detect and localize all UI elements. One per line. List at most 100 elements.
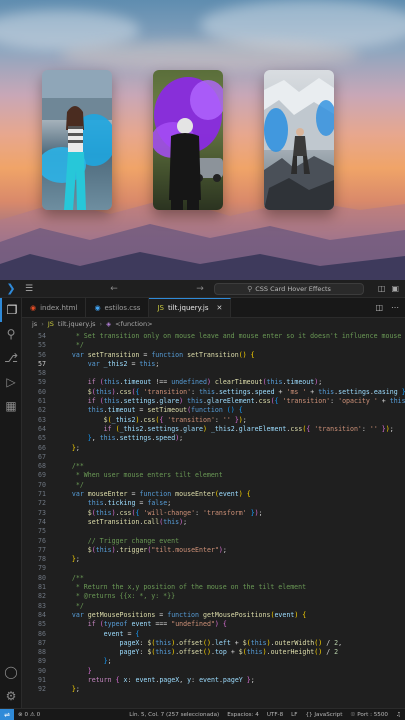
- code-line[interactable]: 82 * @returns {{x: *, y: *}}: [22, 592, 405, 601]
- command-center-search[interactable]: ⚲ CSS Card Hover Effects: [214, 282, 364, 295]
- code-line[interactable]: 87 pageX: $(this).offset().left + $(this…: [22, 639, 405, 648]
- code-text: };: [71, 443, 80, 452]
- code-line[interactable]: 70 */: [22, 481, 405, 490]
- code-text: if (this.timeout !== undefined) clearTim…: [87, 378, 323, 387]
- code-line[interactable]: 78 };: [22, 555, 405, 564]
- tab-tilt-jquery-js[interactable]: JS tilt.jquery.js ✕: [149, 298, 232, 317]
- menu-icon[interactable]: ☰: [22, 284, 36, 294]
- code-line[interactable]: 67: [22, 453, 405, 462]
- end-of-line[interactable]: LF: [287, 712, 301, 718]
- remote-indicator-icon[interactable]: ⇌: [0, 708, 14, 720]
- code-line[interactable]: 71 var mouseEnter = function mouseEnter(…: [22, 490, 405, 499]
- code-line[interactable]: 79: [22, 564, 405, 573]
- line-number: 63: [38, 415, 46, 424]
- toggle-panel-icon[interactable]: ▣: [391, 284, 399, 293]
- code-line[interactable]: 68 /**: [22, 462, 405, 471]
- function-cube-icon: ◈: [106, 320, 112, 328]
- code-line[interactable]: 61 if (this.settings.glare) this.glareEl…: [22, 397, 405, 406]
- line-number: 87: [38, 638, 46, 647]
- code-line[interactable]: 83 */: [22, 602, 405, 611]
- code-line[interactable]: 85 if (typeof event === "undefined") {: [22, 620, 405, 629]
- source-control-icon[interactable]: ⎇: [0, 346, 22, 370]
- code-line[interactable]: 80 /**: [22, 574, 405, 583]
- run-debug-icon[interactable]: ▷: [0, 370, 22, 394]
- code-line[interactable]: 74 setTransition.call(this);: [22, 518, 405, 527]
- more-actions-icon[interactable]: ⋯: [391, 303, 399, 312]
- code-line[interactable]: 73 $(this).css({ 'will-change': 'transfo…: [22, 509, 405, 518]
- code-line[interactable]: 75: [22, 527, 405, 536]
- preview-card-1[interactable]: [42, 70, 112, 210]
- tab-estilos-css[interactable]: ◉ estilos.css: [86, 298, 150, 317]
- code-line[interactable]: 60 $(this).css({ 'transition': this.sett…: [22, 388, 405, 397]
- settings-gear-icon[interactable]: ⚙: [0, 684, 22, 708]
- code-line[interactable]: 62 this.timeout = setTimeout(function ()…: [22, 406, 405, 415]
- code-text: pageX: $(this).offset().left + $(this).o…: [119, 638, 343, 647]
- code-text: this.ticking = false;: [87, 499, 172, 508]
- code-line[interactable]: 86 event = {: [22, 630, 405, 639]
- language-mode[interactable]: {} JavaScript: [301, 712, 346, 718]
- notifications-bell-icon[interactable]: ♫: [392, 712, 405, 718]
- cursor-position[interactable]: Lín. 5, Col. 7 (257 seleccionada): [125, 712, 223, 718]
- close-icon[interactable]: ✕: [217, 304, 223, 312]
- code-line[interactable]: 88 pageY: $(this).offset().top + $(this)…: [22, 648, 405, 657]
- indentation[interactable]: Espacios: 4: [223, 712, 263, 718]
- line-number: 78: [38, 555, 46, 564]
- code-text: };: [71, 685, 80, 694]
- code-line[interactable]: 69 * When user mouse enters tilt element: [22, 471, 405, 480]
- error-count: 0: [24, 711, 29, 718]
- code-line[interactable]: 56 var setTransition = function setTrans…: [22, 351, 405, 360]
- code-line[interactable]: 89 };: [22, 657, 405, 666]
- code-text: return { x: event.pageX, y: event.pageY …: [87, 675, 255, 684]
- code-line[interactable]: 57 var _this2 = this;: [22, 360, 405, 369]
- preview-card-2[interactable]: [153, 70, 223, 210]
- chevron-right-icon: ›: [41, 320, 44, 328]
- breadcrumb-file[interactable]: tilt.jquery.js: [58, 320, 96, 328]
- code-line[interactable]: 63 $(_this2).css({ 'transition': '' });: [22, 416, 405, 425]
- line-number: 61: [38, 397, 46, 406]
- code-line[interactable]: 77 $(this).trigger("tilt.mouseEnter");: [22, 546, 405, 555]
- code-line[interactable]: 81 * Return the x,y position of the mous…: [22, 583, 405, 592]
- code-line[interactable]: 55 */: [22, 341, 405, 350]
- code-line[interactable]: 59 if (this.timeout !== undefined) clear…: [22, 378, 405, 387]
- code-line[interactable]: 90 }: [22, 667, 405, 676]
- toggle-sidebar-icon[interactable]: ◫: [378, 284, 386, 293]
- code-text: */: [56, 601, 84, 610]
- code-line[interactable]: 92 };: [22, 685, 405, 694]
- code-line[interactable]: 91 return { x: event.pageX, y: event.pag…: [22, 676, 405, 685]
- code-line[interactable]: 84 var getMousePositions = function getM…: [22, 611, 405, 620]
- line-number: 90: [38, 666, 46, 675]
- tab-index-html[interactable]: ◉ index.html: [22, 298, 87, 317]
- breadcrumb-symbol[interactable]: <function>: [115, 320, 152, 328]
- code-line[interactable]: 65 }, this.settings.speed);: [22, 434, 405, 443]
- editor-tabs: ◉ index.html ◉ estilos.css JS tilt.jquer…: [22, 298, 405, 318]
- explorer-icon[interactable]: ❐: [0, 298, 22, 322]
- code-line[interactable]: 72 this.ticking = false;: [22, 499, 405, 508]
- split-editor-icon[interactable]: ◫: [375, 303, 383, 312]
- line-number: 69: [38, 471, 46, 480]
- line-number: 91: [38, 675, 46, 684]
- code-editor[interactable]: 54 * Set transition only on mouse leave …: [22, 332, 405, 708]
- breadcrumb-folder[interactable]: js: [32, 320, 37, 328]
- line-number: 92: [38, 685, 46, 694]
- extensions-icon[interactable]: ▦: [0, 394, 22, 418]
- problems-indicator[interactable]: ⊗ 0 ⚠ 0: [14, 712, 44, 718]
- line-number: 82: [38, 592, 46, 601]
- preview-card-3[interactable]: [264, 70, 334, 210]
- code-line[interactable]: 54 * Set transition only on mouse leave …: [22, 332, 405, 341]
- code-line[interactable]: 66 };: [22, 444, 405, 453]
- js-file-icon: JS: [157, 304, 164, 312]
- code-line[interactable]: 58: [22, 369, 405, 378]
- account-icon[interactable]: ◯: [0, 660, 22, 684]
- code-line[interactable]: 64 if (_this2.settings.glare) _this2.gla…: [22, 425, 405, 434]
- code-text: event = {: [103, 629, 140, 638]
- port-label: Port : 5500: [357, 711, 388, 718]
- encoding[interactable]: UTF-8: [263, 712, 287, 718]
- code-line[interactable]: 76 // Trigger change event: [22, 537, 405, 546]
- search-sidebar-icon[interactable]: ⚲: [0, 322, 22, 346]
- live-server-port[interactable]: ☉ Port : 5500: [346, 712, 392, 718]
- code-text: if (this.settings.glare) this.glareEleme…: [87, 397, 405, 406]
- line-number: 77: [38, 545, 46, 554]
- back-arrow-icon[interactable]: ←: [106, 284, 122, 294]
- code-text: /**: [71, 462, 84, 471]
- forward-arrow-icon[interactable]: →: [192, 284, 208, 294]
